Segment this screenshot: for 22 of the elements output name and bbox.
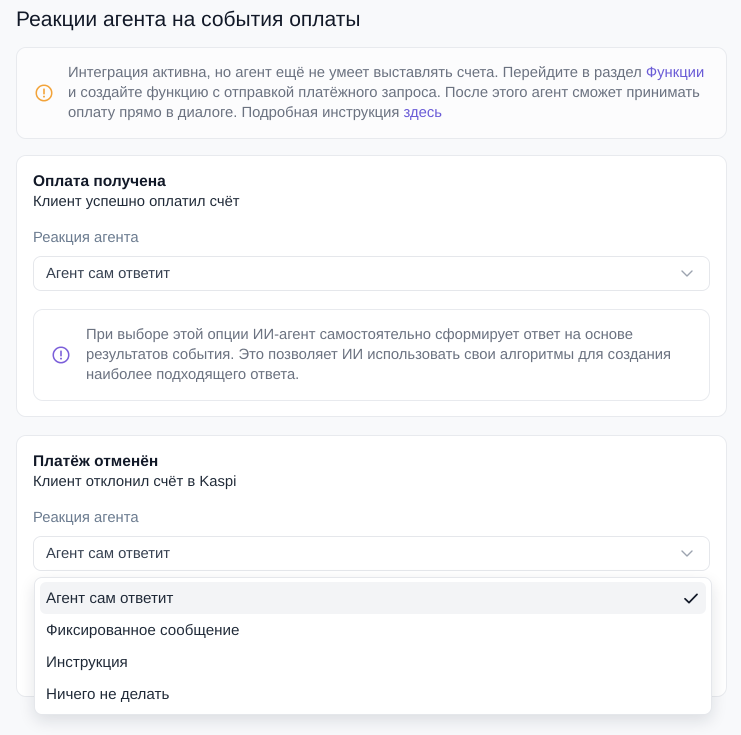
reaction-select[interactable]: Агент сам ответит <box>33 256 710 291</box>
event-description: Клиент успешно оплатил счёт <box>33 193 241 212</box>
dropdown-option[interactable]: Агент сам ответит <box>40 582 706 614</box>
notice-text: Интеграция активна, но агент ещё не умеет выставлять счета. Перейдите в раздел Функции и создайте функцию с отправкой платёжного запроса. После этого агент сможет принимать оплату прямо в диалоге. Подробная инструкция здесь <box>68 64 706 123</box>
reaction-select[interactable]: Агент сам ответит <box>33 536 710 571</box>
event-description: Клиент отклонил счёт в Kaspi <box>33 473 238 492</box>
event-title: Оплата получена <box>33 172 167 192</box>
chevron-down-icon <box>681 550 693 557</box>
page-title: Реакции агента на события оплаты <box>16 7 362 33</box>
text-link[interactable]: Функции <box>646 65 704 81</box>
hint-text: При выборе этой опции ИИ-агент самостоятельно сформирует ответ на основе результатов события. Это позволяет ИИ использовать свои алгоритмы для создания наиболее подходящего ответа. <box>86 326 672 385</box>
dropdown-option[interactable]: Инструкция <box>40 646 706 678</box>
dropdown-option[interactable]: Ничего не делать <box>40 678 706 710</box>
exclamation-circle-icon <box>52 346 70 364</box>
chevron-down-icon <box>681 270 693 277</box>
dropdown-option[interactable]: Фиксированное сообщение <box>40 614 706 646</box>
event-title: Платёж отменён <box>33 452 160 472</box>
exclamation-circle-icon <box>35 84 53 102</box>
text-link[interactable]: здесь <box>404 105 442 121</box>
field-label: Реакция агента <box>33 229 140 248</box>
checkmark-icon <box>684 592 698 604</box>
field-label: Реакция агента <box>33 509 140 528</box>
